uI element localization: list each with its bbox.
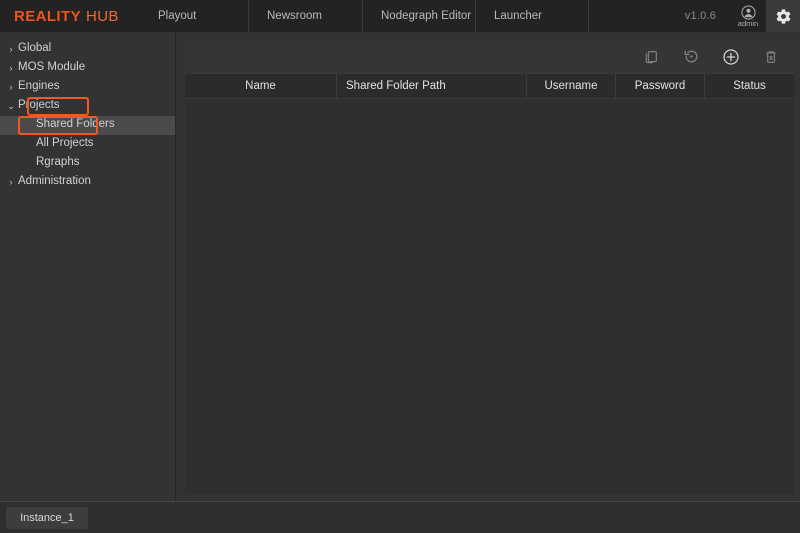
sidebar-item-label: Global xyxy=(18,42,52,55)
shared-folders-panel: Name Shared Folder Path Username Passwor… xyxy=(185,40,794,494)
sidebar-item-label: MOS Module xyxy=(18,61,86,74)
tab-newsroom[interactable]: Newsroom xyxy=(249,0,363,32)
main-nav-tabs: Playout Newsroom Nodegraph Editor Launch… xyxy=(140,0,637,32)
header-right-cluster: v1.0.6 admin xyxy=(637,0,800,32)
column-header-name[interactable]: Name xyxy=(185,74,337,98)
revert-button[interactable] xyxy=(680,46,702,68)
instance-tab[interactable]: Instance_1 xyxy=(6,506,88,529)
chevron-right-icon: › xyxy=(9,63,13,73)
sidebar-item-global[interactable]: › Global xyxy=(0,40,175,59)
gear-icon xyxy=(775,8,792,25)
sidebar-item-label: Engines xyxy=(18,80,60,93)
logo-text-secondary: HUB xyxy=(85,7,119,25)
app-logo: REALITY HUB xyxy=(0,0,140,32)
table-body[interactable] xyxy=(185,99,794,494)
table-header-row: Name Shared Folder Path Username Passwor… xyxy=(185,73,794,99)
chevron-right-icon: › xyxy=(9,177,13,187)
chevron-right-icon: › xyxy=(9,82,13,92)
body-area: › Global › MOS Module › Engines ⌄ Projec… xyxy=(0,32,800,501)
main-content: Name Shared Folder Path Username Passwor… xyxy=(176,32,800,501)
add-icon xyxy=(722,48,740,66)
add-button[interactable] xyxy=(720,46,742,68)
sidebar-item-label: Administration xyxy=(18,175,91,188)
chevron-down-icon: ⌄ xyxy=(7,101,15,111)
user-name-label: admin xyxy=(737,19,759,28)
top-header-bar: REALITY HUB Playout Newsroom Nodegraph E… xyxy=(0,0,800,32)
column-header-shared-folder-path[interactable]: Shared Folder Path xyxy=(337,74,527,98)
sidebar-item-mos-module[interactable]: › MOS Module xyxy=(0,59,175,78)
sidebar-item-engines[interactable]: › Engines xyxy=(0,78,175,97)
user-account-button[interactable]: admin xyxy=(730,0,766,32)
version-label: v1.0.6 xyxy=(684,10,717,22)
column-header-password[interactable]: Password xyxy=(616,74,705,98)
sidebar-item-administration[interactable]: › Administration xyxy=(0,173,175,192)
settings-button[interactable] xyxy=(766,0,800,32)
sidebar-item-rgraphs[interactable]: Rgraphs xyxy=(0,154,175,173)
footer-bar: Instance_1 xyxy=(0,501,800,533)
column-header-status[interactable]: Status xyxy=(705,74,794,98)
settings-sidebar: › Global › MOS Module › Engines ⌄ Projec… xyxy=(0,32,176,501)
table-toolbar xyxy=(185,40,794,73)
duplicate-button[interactable] xyxy=(640,46,662,68)
delete-icon xyxy=(763,49,779,65)
sidebar-item-label: Shared Folders xyxy=(36,118,115,131)
sidebar-item-label: Projects xyxy=(18,99,60,112)
tab-nodegraph-editor[interactable]: Nodegraph Editor xyxy=(363,0,476,32)
logo-text-primary: REALITY xyxy=(14,7,81,25)
duplicate-icon xyxy=(643,49,659,65)
column-header-username[interactable]: Username xyxy=(527,74,616,98)
tab-playout[interactable]: Playout xyxy=(140,0,249,32)
tab-launcher[interactable]: Launcher xyxy=(476,0,589,32)
user-avatar-icon xyxy=(740,5,756,20)
delete-button[interactable] xyxy=(760,46,782,68)
sidebar-item-all-projects[interactable]: All Projects xyxy=(0,135,175,154)
sidebar-item-projects[interactable]: ⌄ Projects xyxy=(0,97,175,116)
chevron-right-icon: › xyxy=(9,44,13,54)
sidebar-item-label: All Projects xyxy=(36,137,94,150)
sidebar-item-label: Rgraphs xyxy=(36,156,80,169)
app-window: REALITY HUB Playout Newsroom Nodegraph E… xyxy=(0,0,800,533)
revert-icon xyxy=(683,48,700,65)
sidebar-item-shared-folders[interactable]: Shared Folders xyxy=(0,116,175,135)
